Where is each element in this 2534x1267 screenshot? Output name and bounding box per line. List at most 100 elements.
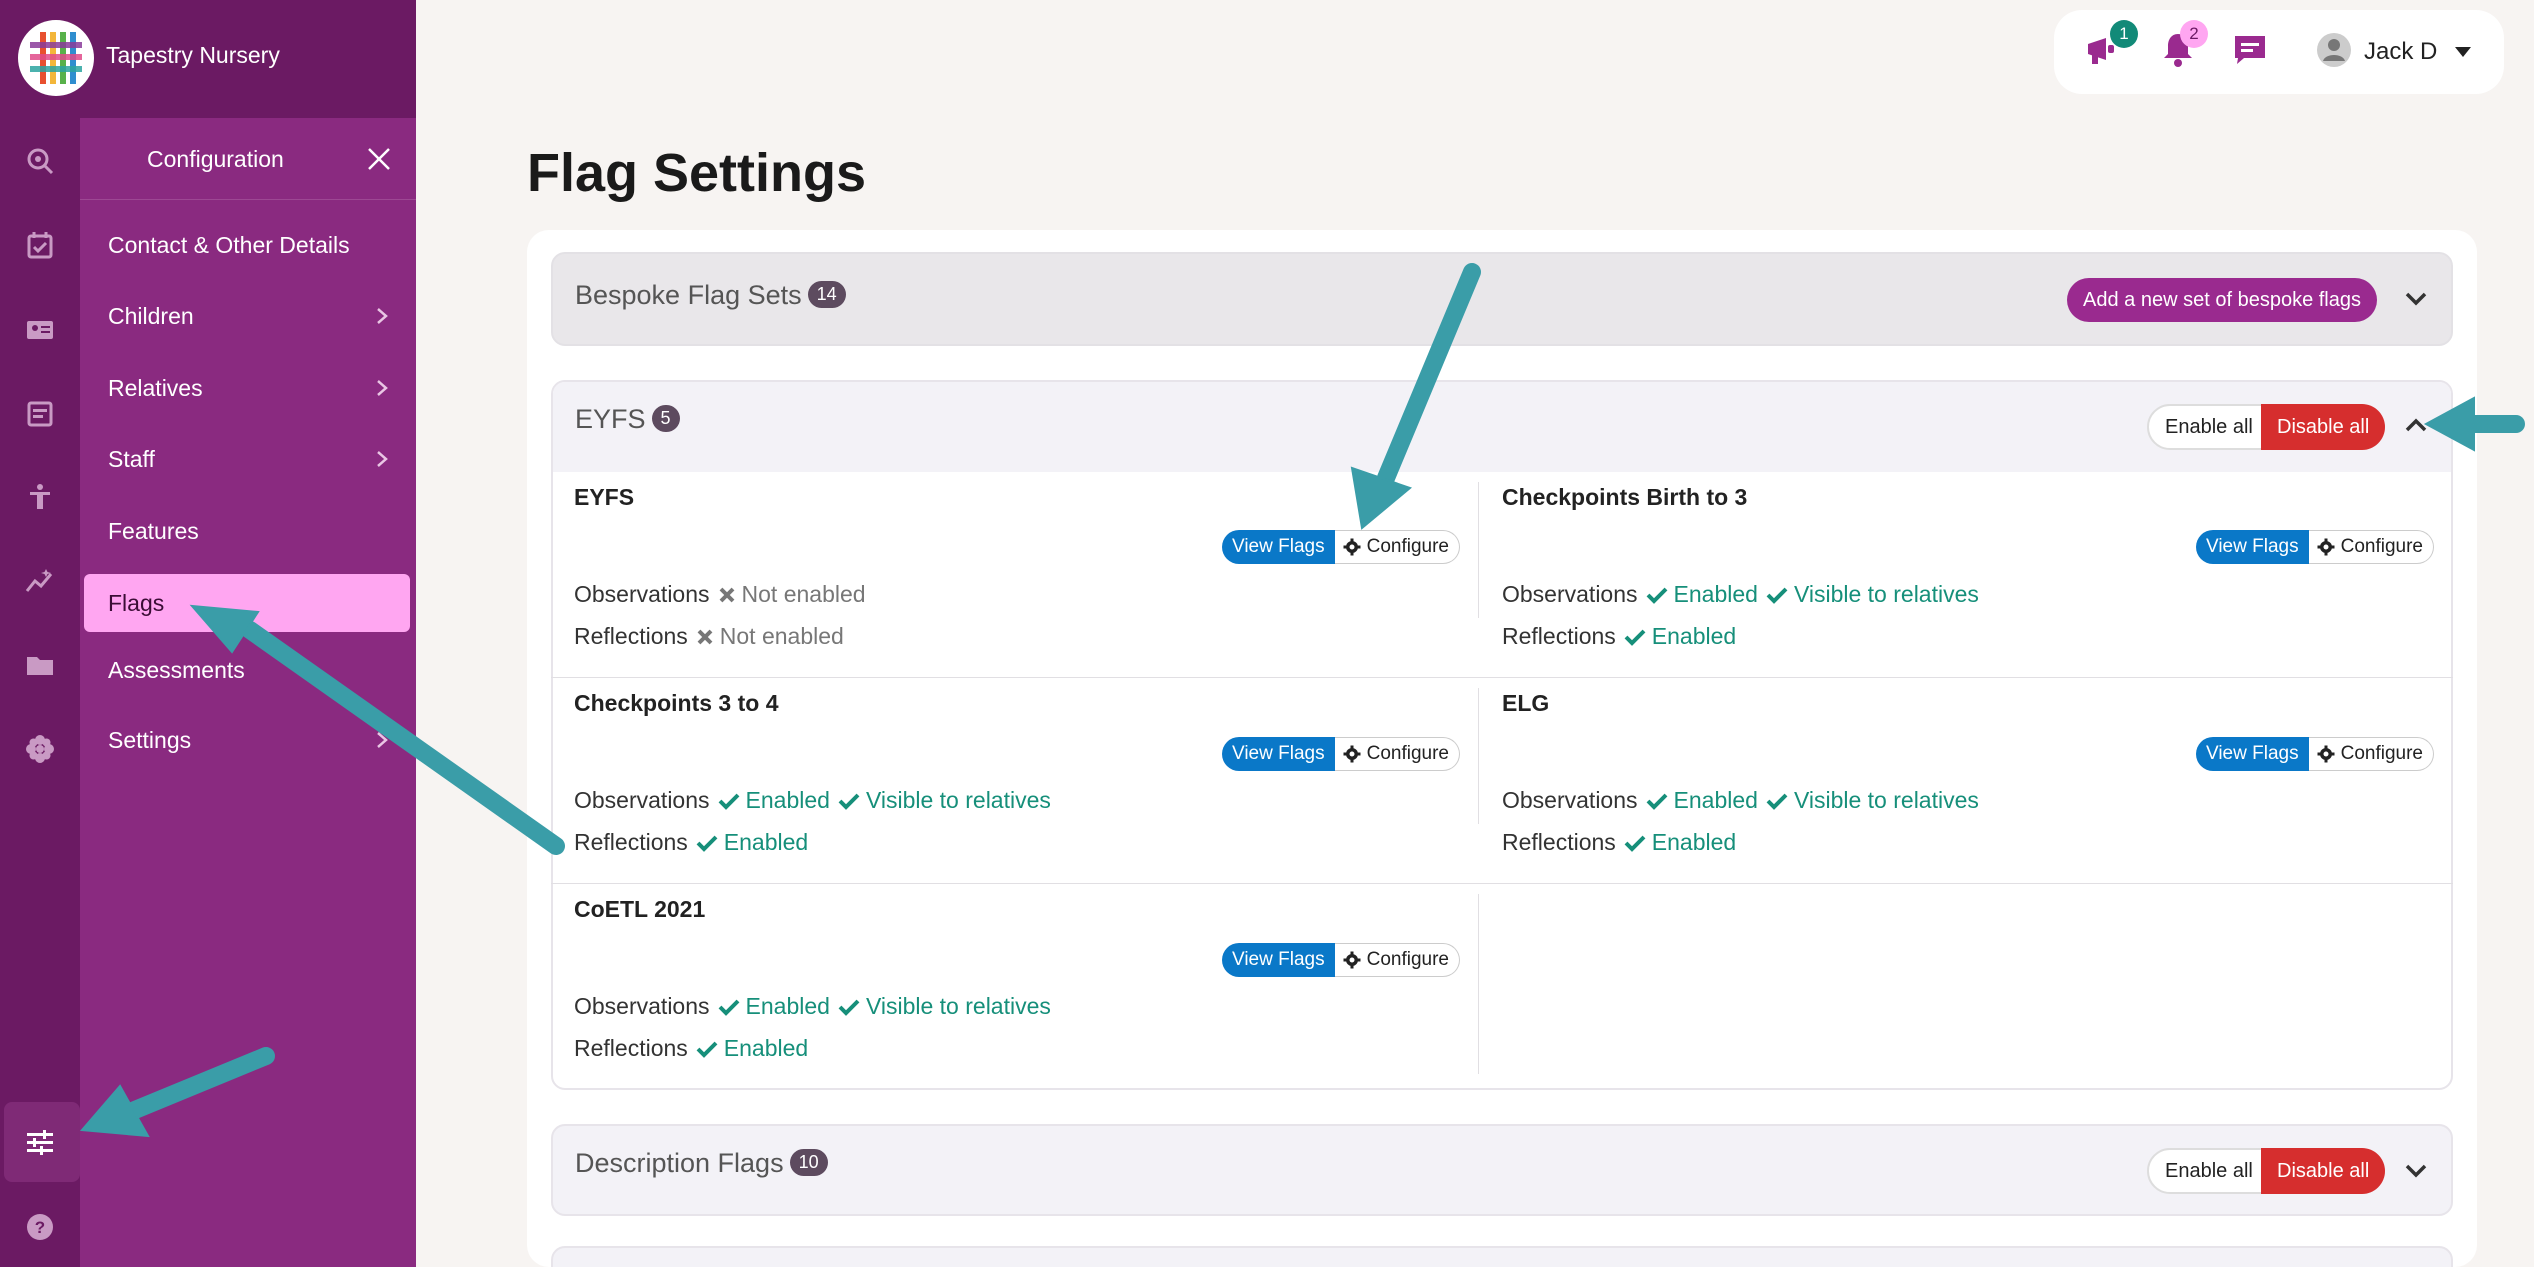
configuration-panel: Configuration Contact & Other Details Ch… (80, 118, 416, 1267)
configure-button[interactable]: Configure (1334, 530, 1460, 564)
chevron-right-icon (377, 451, 388, 467)
observations-row: Observations Enabled Visible to relatives (574, 787, 1051, 814)
observations-label: Observations (574, 581, 710, 607)
disable-all-button[interactable]: Disable all (2261, 404, 2386, 450)
observations-label: Observations (574, 993, 710, 1019)
nav-item-assessments[interactable]: Assessments (84, 641, 410, 699)
status-text: Enabled (1651, 829, 1737, 855)
nav-label: Features (108, 517, 199, 544)
accordion-title: Bespoke Flag Sets 14 (575, 280, 846, 311)
view-flags-button[interactable]: View Flags (1222, 737, 1335, 771)
observations-label: Observations (1502, 787, 1638, 813)
add-bespoke-flags-button[interactable]: Add a new set of bespoke flags (2067, 278, 2377, 322)
count-badge: 14 (807, 281, 846, 309)
column-divider (1478, 688, 1479, 824)
nav-item-flags[interactable]: Flags (84, 574, 410, 632)
check-icon (1646, 793, 1667, 810)
svg-text:?: ? (35, 1218, 45, 1237)
caret-down-icon[interactable] (2452, 44, 2474, 60)
configure-button[interactable]: Configure (2308, 530, 2434, 564)
nav-label: Flags (108, 589, 165, 616)
page-title: Flag Settings (527, 143, 867, 203)
accordion-title: EYFS 5 (575, 404, 680, 435)
chevron-right-icon (377, 308, 388, 324)
gear-icon (1343, 745, 1361, 763)
nav-item-contact-details[interactable]: Contact & Other Details (84, 216, 410, 274)
help-icon[interactable]: ? (20, 1207, 60, 1247)
status-text: Enabled (723, 1035, 809, 1061)
view-flags-button[interactable]: View Flags (1222, 943, 1335, 977)
status-text: Not enabled (719, 623, 844, 649)
nav-item-features[interactable]: Features (84, 502, 410, 560)
calendar-check-icon[interactable] (20, 225, 60, 265)
check-icon (1766, 793, 1788, 810)
id-card-icon[interactable] (20, 310, 60, 350)
nav-item-relatives[interactable]: Relatives (84, 359, 410, 417)
icon-rail (0, 0, 80, 1267)
bespoke-flag-sets-accordion[interactable]: Bespoke Flag Sets 14 Add a new set of bes… (551, 252, 2453, 346)
panel-title: Configuration (147, 146, 284, 172)
chevron-down-icon[interactable] (2399, 282, 2433, 316)
brand-header: Tapestry Nursery (0, 0, 416, 118)
status-text: Enabled (745, 787, 830, 813)
configure-label: Configure (2340, 743, 2423, 764)
check-icon (718, 793, 739, 810)
status-text: Not enabled (741, 581, 866, 607)
configure-button[interactable]: Configure (1334, 943, 1460, 977)
sparkle-chart-icon[interactable] (20, 561, 60, 601)
brand-name[interactable]: Tapestry Nursery (106, 42, 280, 69)
next-accordion[interactable] (551, 1246, 2453, 1267)
configure-label: Configure (1366, 949, 1449, 970)
document-icon[interactable] (20, 394, 60, 434)
observations-label: Observations (574, 787, 710, 813)
messages-icon[interactable] (2230, 30, 2270, 70)
observations-label: Observations (1502, 581, 1638, 607)
eyfs-header[interactable]: EYFS 5 Enable all Disable all (553, 382, 2451, 472)
chevron-down-icon[interactable] (2399, 1154, 2433, 1188)
eyfs-title: EYFS (575, 404, 646, 434)
tapestry-logo[interactable] (18, 20, 94, 96)
reflections-row: Reflections Enabled (1502, 829, 1736, 856)
check-icon (718, 999, 739, 1016)
search-icon[interactable] (20, 141, 60, 181)
view-flags-button[interactable]: View Flags (1222, 530, 1335, 564)
bespoke-title: Bespoke Flag Sets (575, 280, 802, 310)
flag-set-title: Checkpoints Birth to 3 (1502, 484, 1748, 510)
reflections-row: Reflections Enabled (1502, 623, 1736, 650)
enable-all-button[interactable]: Enable all (2147, 1148, 2271, 1194)
nav-label: Staff (108, 445, 155, 472)
check-icon (1646, 587, 1667, 604)
description-title: Description Flags (575, 1148, 784, 1178)
chevron-up-icon[interactable] (2399, 408, 2433, 442)
nav-item-staff[interactable]: Staff (84, 430, 410, 488)
gear-icon (1343, 538, 1361, 556)
description-flags-accordion[interactable]: Description Flags 10 Enable all Disable a… (551, 1124, 2453, 1216)
cross-icon (697, 629, 713, 644)
configure-label: Configure (2340, 536, 2423, 557)
enable-all-button[interactable]: Enable all (2147, 404, 2271, 450)
close-icon[interactable] (364, 144, 394, 174)
sliders-icon[interactable] (20, 1122, 60, 1162)
configure-button[interactable]: Configure (1334, 737, 1460, 771)
configure-label: Configure (1366, 743, 1449, 764)
flower-icon[interactable] (20, 729, 60, 769)
user-name[interactable]: Jack D (2364, 38, 2437, 66)
chevron-right-icon (377, 732, 388, 748)
nav-item-settings[interactable]: Settings (84, 711, 410, 769)
disable-all-button[interactable]: Disable all (2261, 1148, 2386, 1194)
count-badge: 5 (651, 405, 680, 433)
nav-item-children[interactable]: Children (84, 287, 410, 345)
view-flags-button[interactable]: View Flags (2196, 530, 2309, 564)
configure-button[interactable]: Configure (2308, 737, 2434, 771)
accessibility-icon[interactable] (20, 477, 60, 517)
panel-header: Configuration (80, 118, 416, 200)
folder-icon[interactable] (20, 645, 60, 685)
column-divider (1478, 482, 1479, 618)
check-icon (1766, 587, 1788, 604)
user-avatar-icon[interactable] (2314, 30, 2354, 70)
visibility-text: Visible to relatives (1793, 581, 1979, 607)
view-flags-button[interactable]: View Flags (2196, 737, 2309, 771)
accordion-title: Description Flags 10 (575, 1148, 828, 1179)
count-badge: 10 (789, 1149, 828, 1177)
configure-label: Configure (1366, 536, 1449, 557)
